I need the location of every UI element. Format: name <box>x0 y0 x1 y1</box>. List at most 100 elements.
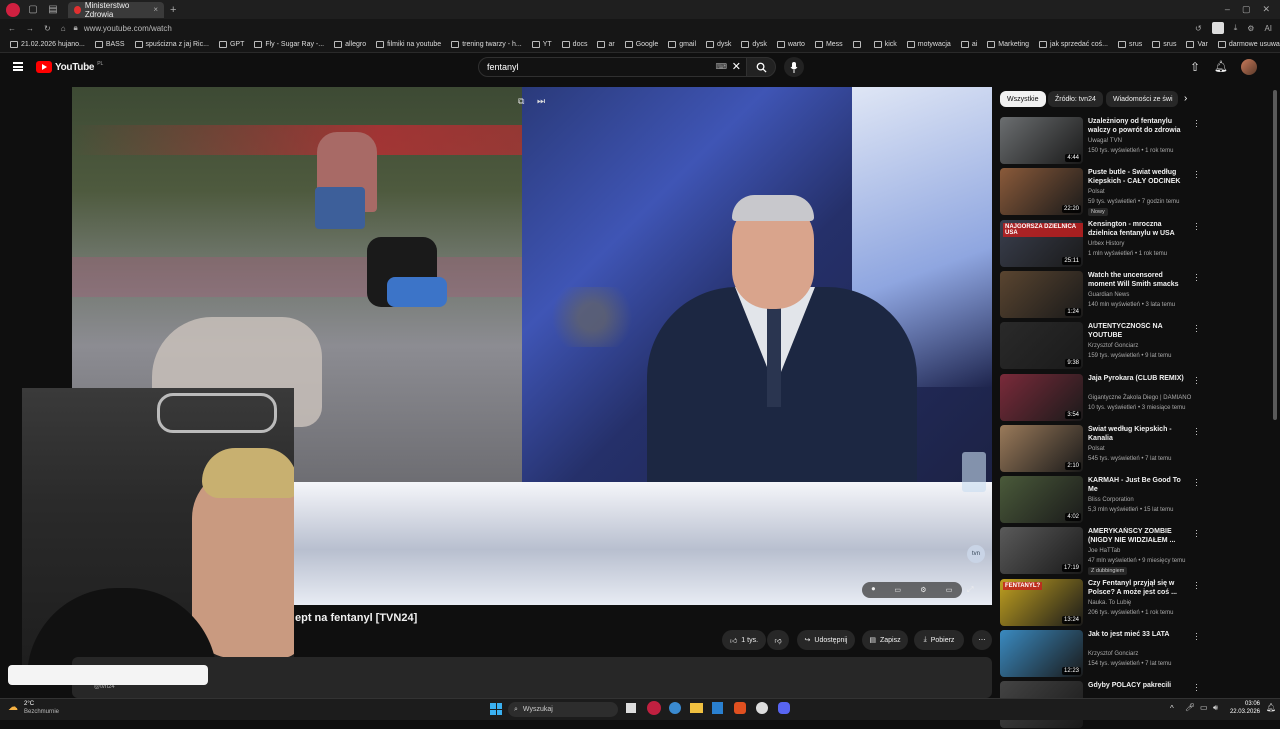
avatar[interactable] <box>1241 59 1257 75</box>
channel-name[interactable]: Nauka. To Lubię <box>1088 600 1131 606</box>
tray-overflow-icon[interactable]: ^ <box>1170 704 1174 713</box>
bookmark-item[interactable]: srus <box>1152 41 1176 48</box>
bookmark-page-icon[interactable]: ⌂ <box>61 24 66 33</box>
video-title[interactable]: AMERYKAŃSCY ZOMBIE (NIGDY NIE WIDZIAŁEM … <box>1088 527 1188 545</box>
bookmark-item[interactable]: Fly - Sugar Ray -... <box>254 41 324 48</box>
bookmark-item[interactable]: filmiki na youtube <box>376 41 441 48</box>
voice-search-button[interactable] <box>784 57 804 77</box>
more-vertical-icon[interactable]: · · · <box>1195 680 1198 695</box>
more-vertical-icon[interactable]: · · · <box>1195 167 1198 182</box>
chip-1[interactable]: Źródło: tvn24 <box>1048 91 1103 107</box>
fullscreen-icon[interactable]: ⤢ <box>967 585 973 595</box>
video-thumbnail[interactable]: FENTANYL? 13:24 <box>1000 578 1083 626</box>
more-actions-button[interactable]: ⋯ <box>972 630 992 650</box>
save-button[interactable]: ▤ Zapisz <box>862 630 908 650</box>
bookmark-item[interactable]: 21.02.2026 hujano... <box>10 41 85 48</box>
notification-popup[interactable] <box>8 665 208 685</box>
video-title[interactable]: Gdyby POLACY pakrecili <box>1088 681 1188 690</box>
taskbar-search[interactable]: ⌕ Wyszukaj <box>508 702 618 717</box>
subtitles-icon[interactable]: ▭ <box>894 586 901 594</box>
tab-list-icon[interactable]: ▤ <box>46 3 60 17</box>
download-icon[interactable]: ⤓ <box>1234 23 1238 33</box>
channel-name[interactable]: Urbex History <box>1088 241 1124 247</box>
video-thumbnail[interactable]: 4:02 <box>1000 476 1083 524</box>
video-thumbnail[interactable]: 4:44 <box>1000 117 1083 164</box>
more-vertical-icon[interactable]: · · · <box>1195 423 1198 438</box>
bookmark-item[interactable]: Google <box>624 41 658 48</box>
workspaces-icon[interactable]: ▢ <box>26 3 40 17</box>
recommendation-item[interactable]: 17:19 AMERYKAŃSCY ZOMBIE (NIGDY NIE WIDZI… <box>1000 526 1198 576</box>
tray-network-icon[interactable]: ▭ <box>1200 703 1208 712</box>
bookmark-item[interactable]: srus <box>1117 41 1142 48</box>
bookmark-item[interactable]: ai <box>960 41 977 48</box>
reload-icon[interactable]: ↻ <box>44 24 51 33</box>
video-title[interactable]: Uzależniony od fentanylu walczy o powrót… <box>1088 117 1188 136</box>
video-title[interactable]: Jaja Pyrokara (CLUB REMIX) <box>1088 374 1188 383</box>
video-thumbnail[interactable]: 2:10 <box>1000 424 1083 472</box>
clock-date[interactable]: 22.03.2026 <box>1228 709 1260 715</box>
recommendation-item[interactable]: FENTANYL? 13:24 Czy Fentanyl przyjął się w… <box>1000 577 1198 627</box>
history-icon[interactable]: ↺ <box>1195 24 1202 33</box>
video-title[interactable]: Watch the uncensored moment Will Smith s… <box>1088 271 1188 290</box>
close-window-icon[interactable]: ✕ <box>1262 4 1270 15</box>
url-field[interactable]: www.youtube.com/watch <box>84 24 172 33</box>
file-explorer-icon[interactable] <box>690 703 703 713</box>
forward-icon[interactable]: → <box>26 24 34 33</box>
bookmark-item[interactable]: YT <box>531 41 552 48</box>
profile-icon[interactable] <box>1211 22 1224 34</box>
channel-name[interactable]: Krzysztof Gonciarz <box>1088 651 1138 657</box>
video-thumbnail[interactable]: 3:54 <box>1000 373 1083 421</box>
bookmark-item[interactable] <box>852 41 864 48</box>
bookmark-item[interactable]: spuścizna z jaj Ric... <box>134 41 209 48</box>
browser-logo-icon[interactable] <box>6 2 20 17</box>
extensions-icon[interactable]: ⚙ <box>1247 24 1254 33</box>
autoplay-toggle-icon[interactable]: ⏺ <box>872 586 876 594</box>
recommendation-item[interactable]: 22:20 Puste butle - Świat według Kiepskic… <box>1000 167 1198 217</box>
notepad-icon[interactable] <box>712 702 723 714</box>
back-icon[interactable]: ← <box>8 24 16 33</box>
video-title[interactable]: Jak to jest mieć 33 LATA <box>1088 630 1188 639</box>
chip-0[interactable]: Wszystkie <box>1000 91 1046 107</box>
tray-mic-icon[interactable]: 🎤︎ <box>1185 703 1195 712</box>
channel-name[interactable]: Polsat <box>1088 189 1105 195</box>
new-tab-button[interactable]: + <box>170 4 176 16</box>
edge-icon[interactable] <box>669 702 681 714</box>
more-vertical-icon[interactable]: · · · <box>1195 218 1198 233</box>
bookmark-item[interactable]: BASS <box>94 41 125 48</box>
recommendation-item[interactable]: 1:24 Watch the uncensored moment Will Smi… <box>1000 269 1198 319</box>
video-thumbnail[interactable]: 1:24 <box>1000 270 1083 318</box>
recommendation-item[interactable]: NAJGORSZA DZIELNICA USA 25:11 Kensington -… <box>1000 218 1198 268</box>
theater-mode-icon[interactable]: ▭ <box>946 586 953 594</box>
menu-icon[interactable] <box>13 62 23 71</box>
clock-time[interactable]: 03:06 <box>1228 701 1260 707</box>
tray-volume-icon[interactable]: 🔊︎ <box>1213 703 1218 713</box>
keyboard-icon[interactable]: ⌨ <box>715 62 727 71</box>
video-thumbnail[interactable]: 9:38 <box>1000 322 1083 370</box>
channel-name[interactable]: Guardian News <box>1088 292 1129 298</box>
bookmark-item[interactable]: Var <box>1186 41 1208 48</box>
bookmark-item[interactable]: kick <box>873 41 897 48</box>
channel-name[interactable]: Krzysztof Gonciarz <box>1088 343 1138 349</box>
recommendation-item[interactable]: 2:10 Świat według Kiepskich - Kanalia Pols… <box>1000 423 1198 473</box>
bookmark-item[interactable]: Marketing <box>987 41 1029 48</box>
miniplayer-icon[interactable]: ⧉ <box>518 96 524 107</box>
video-thumbnail[interactable]: NAJGORSZA DZIELNICA USA 25:11 <box>1000 219 1083 267</box>
upload-icon[interactable]: ⇧ <box>1190 60 1200 74</box>
bookmark-item[interactable]: trening twarzy - h... <box>451 41 522 48</box>
video-title[interactable]: AUTENTYCZNOŚĆ NA YOUTUBE <box>1088 322 1188 340</box>
more-vertical-icon[interactable]: · · · <box>1195 269 1198 284</box>
bookmark-item[interactable]: warto <box>776 41 805 48</box>
bookmark-item[interactable]: gmail <box>668 41 696 48</box>
download-button[interactable]: ⤓ Pobierz <box>914 630 964 650</box>
channel-name[interactable]: Uwaga! TVN <box>1088 138 1122 144</box>
notifications-bell-icon[interactable]: 🔔︎ <box>1214 60 1228 73</box>
video-title[interactable]: Kensington - mroczna dzielnica fentanylu… <box>1088 220 1188 238</box>
video-title[interactable]: Świat według Kiepskich - Kanalia <box>1088 425 1188 443</box>
bookmark-item[interactable]: motywacja <box>906 41 951 48</box>
steam-icon[interactable] <box>756 702 768 714</box>
video-title[interactable]: Czy Fentanyl przyjął się w Polsce? A moż… <box>1088 579 1188 597</box>
share-button[interactable]: ↪ Udostępnij <box>797 630 855 650</box>
video-thumbnail[interactable]: 22:20 <box>1000 168 1083 216</box>
video-title[interactable]: Puste butle - Świat według Kiepskich - C… <box>1088 168 1188 187</box>
recommendation-item[interactable]: 12:23 Jak to jest mieć 33 LATA Krzysztof G… <box>1000 629 1198 678</box>
